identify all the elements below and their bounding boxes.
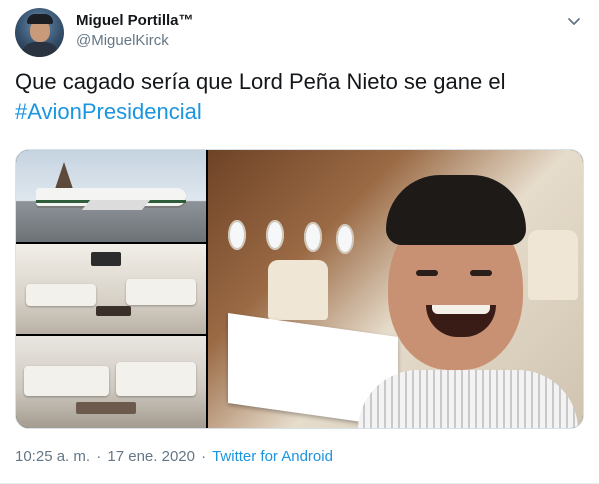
striped-shirt	[358, 370, 578, 428]
plane-wing	[81, 200, 151, 210]
user-handle[interactable]: @MiguelKirck	[76, 32, 169, 49]
meta-separator: ·	[96, 448, 102, 465]
tweet-date[interactable]: 17 ene. 2020	[107, 448, 195, 465]
media-panel-cabin-seating	[16, 336, 206, 428]
cabin-sofa	[24, 366, 109, 396]
laughing-man	[358, 175, 578, 428]
tweet-time[interactable]: 10:25 a. m.	[15, 448, 90, 465]
media-panel-dining-cabin	[208, 150, 583, 428]
man-teeth	[432, 305, 490, 314]
cabin-table	[96, 306, 131, 316]
cabin-window	[266, 220, 284, 250]
avatar-shirt	[21, 42, 59, 57]
tweet-metadata: 10:25 a. m. · 17 ene. 2020 · Twitter for…	[15, 448, 333, 465]
tweet-source-link[interactable]: Twitter for Android	[212, 448, 333, 465]
tweet-card: Miguel Portilla™ @MiguelKirck Que cagado…	[0, 0, 599, 484]
meta-separator: ·	[201, 448, 207, 465]
cabin-sofa	[116, 362, 196, 396]
media-panel-airplane	[16, 150, 206, 242]
cabin-table	[76, 402, 136, 414]
cabin-window	[336, 224, 354, 254]
cabin-sofa	[26, 284, 96, 306]
media-panel-cabin-lounge	[16, 244, 206, 334]
tweet-body: Que cagado sería que Lord Peña Nieto se …	[15, 69, 506, 94]
avatar-cap	[27, 14, 53, 24]
man-eye	[470, 270, 492, 276]
cabin-window	[304, 222, 322, 252]
tweet-text: Que cagado sería que Lord Peña Nieto se …	[15, 67, 575, 127]
cabin-window	[228, 220, 246, 250]
hashtag-link[interactable]: #AvionPresidencial	[15, 99, 202, 124]
cabin-screen	[91, 252, 121, 266]
man-eye	[416, 270, 438, 276]
cabin-sofa	[126, 279, 196, 305]
tweet-media[interactable]	[15, 149, 584, 429]
user-avatar[interactable]	[15, 8, 64, 57]
man-hair	[386, 175, 526, 245]
display-name[interactable]: Miguel Portilla™	[76, 12, 194, 29]
cabin-seat	[268, 260, 328, 320]
chevron-down-icon[interactable]	[565, 12, 583, 30]
